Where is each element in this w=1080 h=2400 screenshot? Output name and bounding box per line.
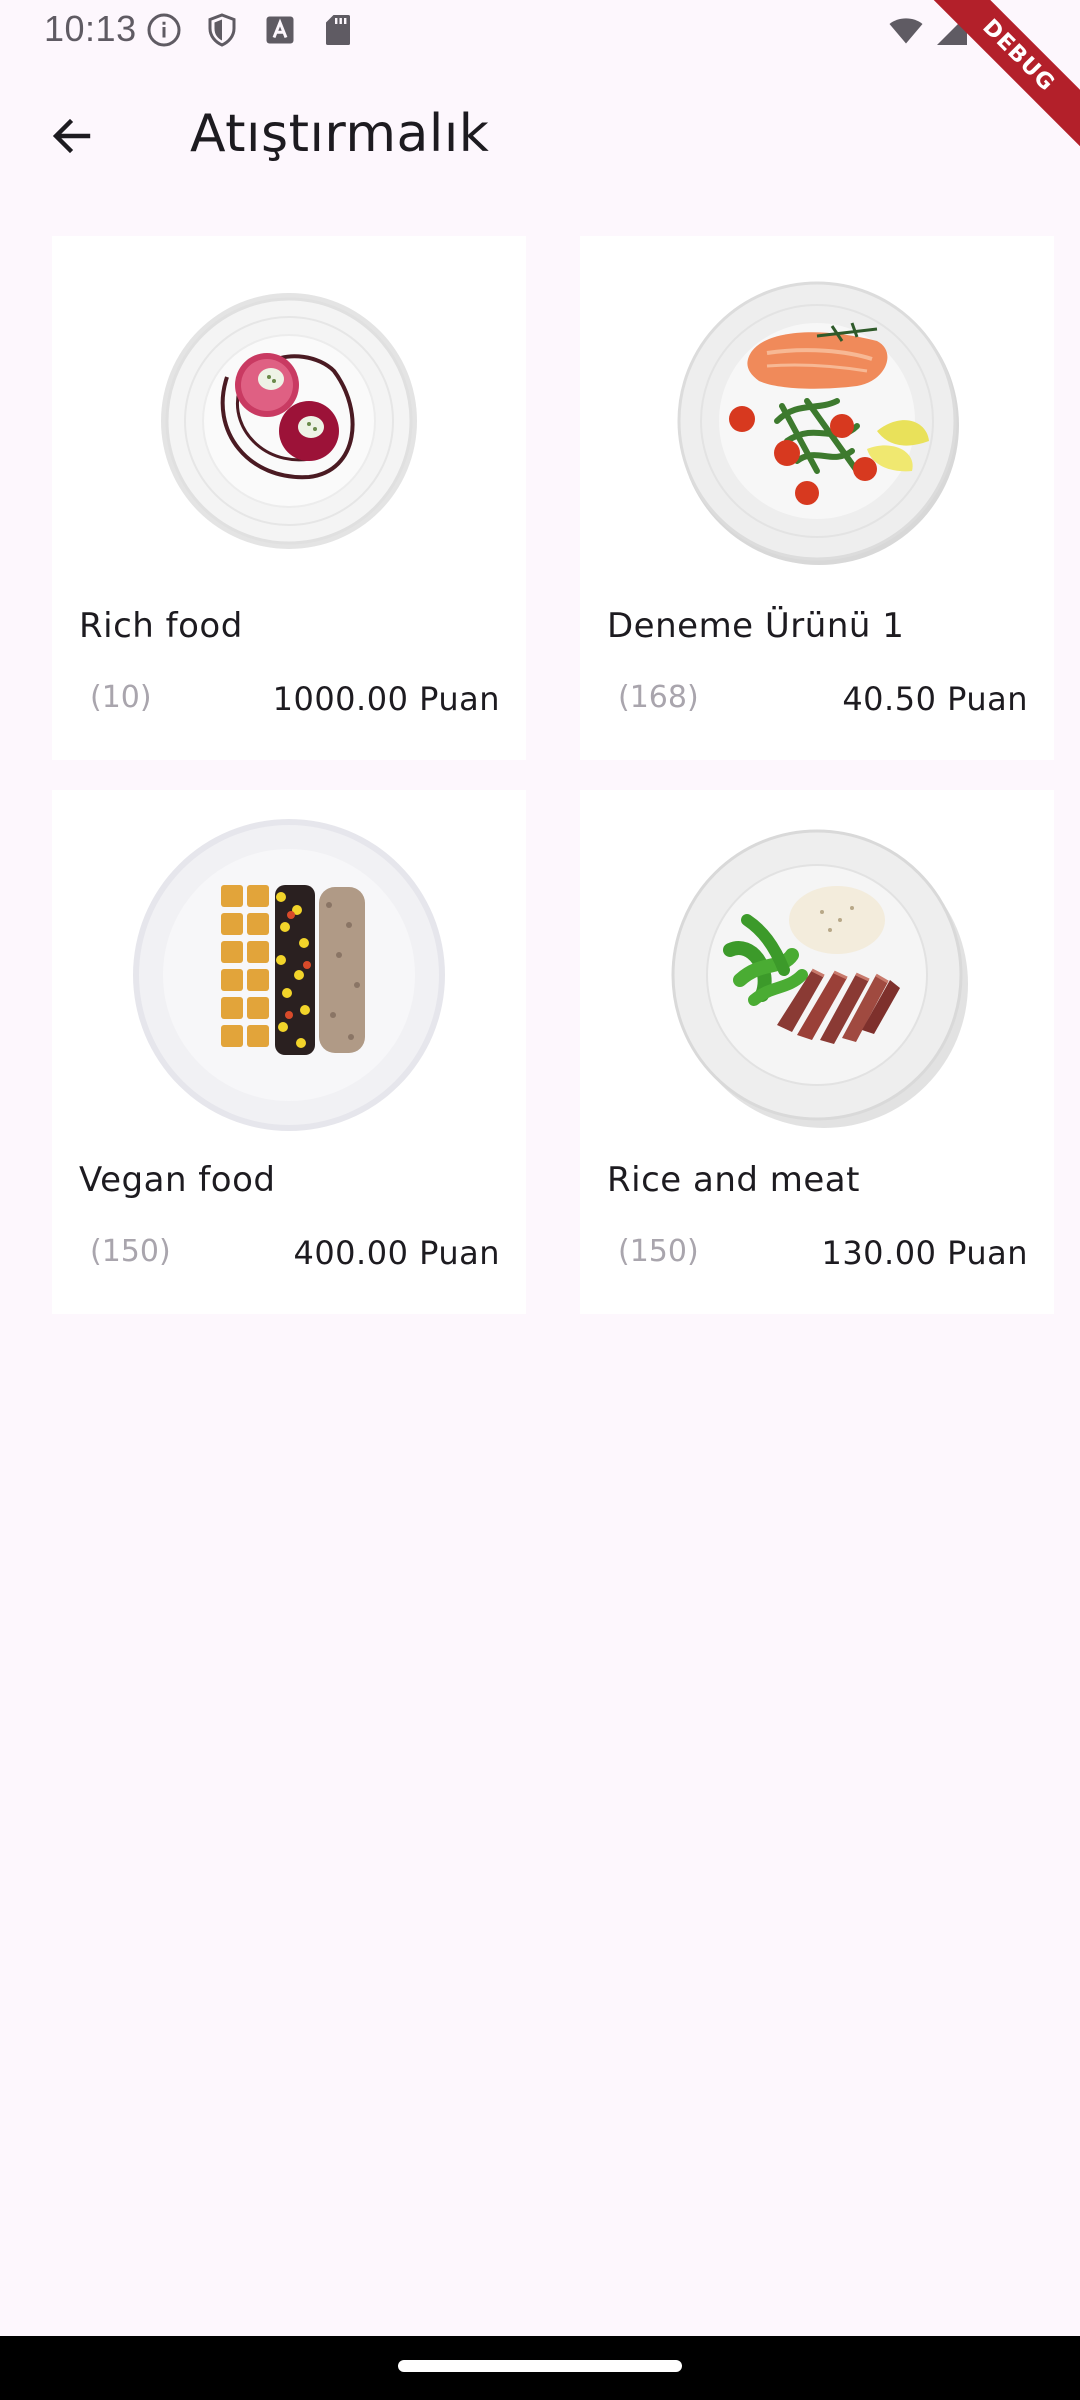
product-price: 40.50 Puan — [842, 680, 1028, 718]
product-image — [580, 790, 1054, 1160]
status-icons-right — [888, 12, 1016, 48]
product-image — [580, 236, 1054, 606]
vegan-bowl-plate — [133, 819, 445, 1131]
home-gesture-handle[interactable] — [398, 2360, 682, 2372]
battery-icon — [989, 15, 1007, 45]
page-title: Atıştırmalık — [190, 104, 490, 164]
product-card[interactable]: Rich food (10) 1000.00 Puan — [52, 236, 526, 760]
product-name: Rich food — [79, 606, 243, 646]
product-card[interactable]: Vegan food (150) 400.00 Puan — [52, 790, 526, 1314]
wifi-icon — [889, 18, 923, 44]
status-icons-left — [146, 12, 356, 48]
product-name: Rice and meat — [607, 1160, 860, 1200]
app-bar: Atıştırmalık — [0, 62, 1080, 212]
arrow-left-icon — [52, 118, 91, 154]
font-a-icon — [266, 16, 294, 44]
back-button[interactable] — [36, 100, 108, 172]
signal-icon — [937, 15, 967, 45]
product-rating-count: (10) — [90, 680, 152, 715]
product-rating-count: (150) — [90, 1234, 171, 1269]
product-name: Vegan food — [79, 1160, 276, 1200]
product-price: 130.00 Puan — [821, 1234, 1028, 1272]
product-card[interactable]: Deneme Ürünü 1 (168) 40.50 Puan — [580, 236, 1054, 760]
product-name: Deneme Ürünü 1 — [607, 606, 905, 646]
info-icon — [147, 13, 181, 47]
product-price: 400.00 Puan — [293, 1234, 500, 1272]
product-card[interactable]: Rice and meat (150) 130.00 Puan — [580, 790, 1054, 1314]
status-time: 10:13 — [44, 8, 137, 49]
product-image — [52, 790, 526, 1160]
salmon-dish-plate — [677, 281, 959, 565]
product-grid: Rich food (10) 1000.00 Puan Deneme Ürünü… — [52, 236, 1054, 1314]
product-image — [52, 236, 526, 606]
sd-card-icon — [326, 15, 350, 45]
shield-icon — [208, 13, 236, 47]
product-rating-count: (168) — [618, 680, 699, 715]
system-navigation-bar — [0, 2336, 1080, 2400]
beet-dish-plate — [161, 293, 417, 549]
status-bar: 10:13 — [0, 0, 1080, 62]
product-rating-count: (150) — [618, 1234, 699, 1269]
steak-rice-plate — [671, 829, 968, 1128]
product-price: 1000.00 Puan — [272, 680, 500, 718]
